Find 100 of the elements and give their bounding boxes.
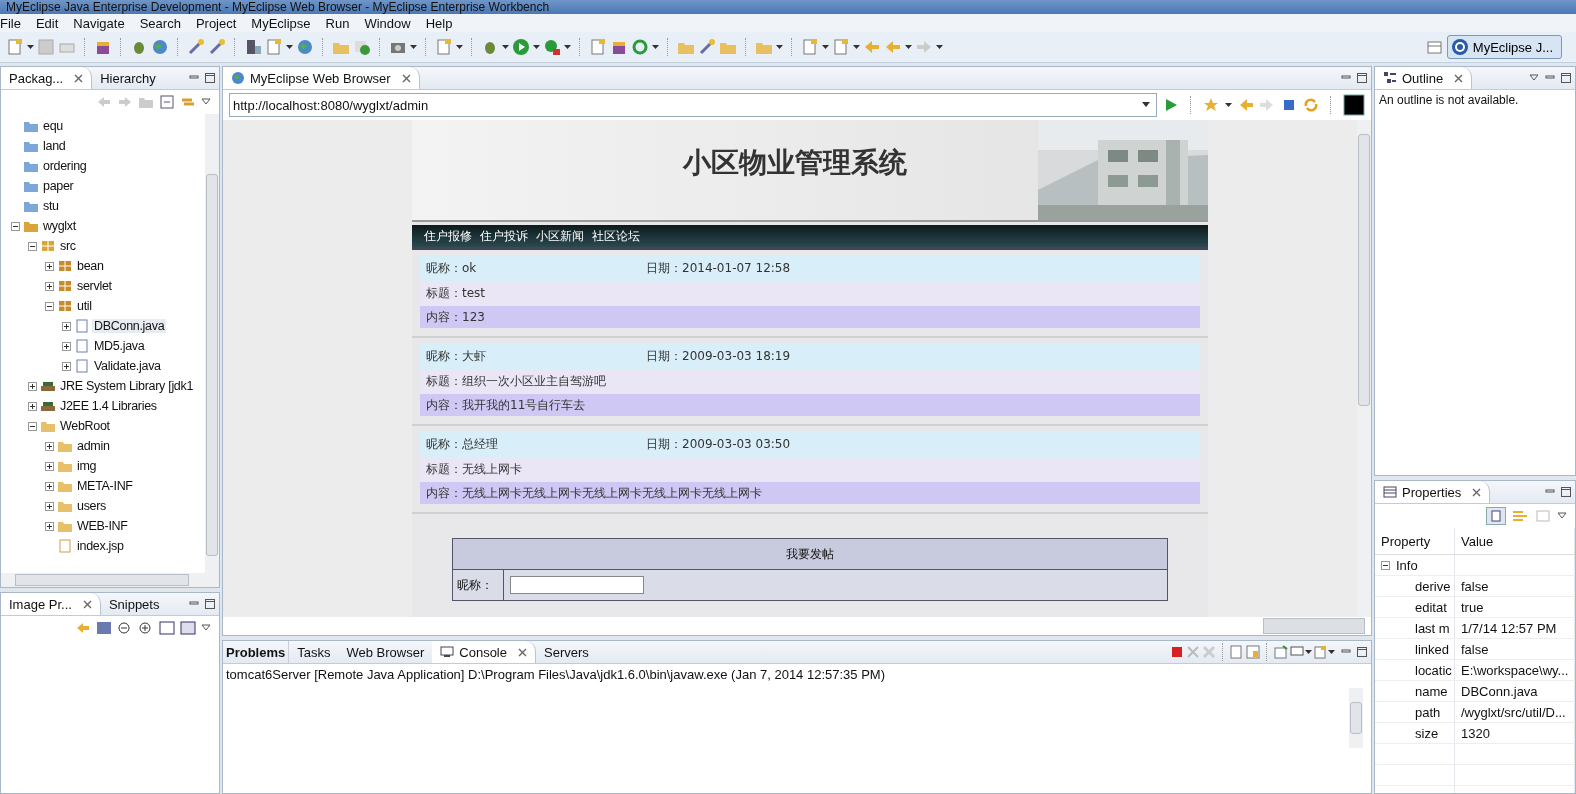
tree-item[interactable]: WebRoot	[58, 419, 112, 433]
view-tab[interactable]: Packag...	[1, 67, 93, 89]
zoom-out-icon[interactable]	[117, 621, 133, 635]
view-tab[interactable]: Problems	[223, 641, 290, 663]
expand-icon[interactable]	[28, 401, 38, 411]
expand-icon[interactable]	[45, 521, 55, 531]
view-tab[interactable]: Web Browser	[338, 641, 433, 663]
image-icon[interactable]	[96, 621, 112, 635]
tree-item[interactable]: land	[41, 139, 68, 153]
menu-item[interactable]: File	[0, 15, 21, 31]
tree-item[interactable]: index.jsp	[75, 539, 126, 553]
collapse-icon[interactable]	[28, 421, 38, 431]
nickname-field[interactable]	[510, 576, 644, 594]
url-field[interactable]: http://localhost:8080/wyglxt/admin	[229, 93, 1157, 117]
view-tab[interactable]: Hierarchy	[92, 67, 164, 89]
play-icon[interactable]	[512, 38, 530, 56]
menu-item[interactable]: Search	[139, 15, 181, 31]
perspective-button[interactable]: MyEclipse J...	[1446, 35, 1562, 59]
tree-item[interactable]: stu	[41, 199, 61, 213]
view-tab[interactable]: Console	[432, 641, 536, 663]
expand-icon[interactable]	[45, 481, 55, 491]
collapse-icon[interactable]	[11, 221, 21, 231]
expand-icon[interactable]	[45, 281, 55, 291]
close-icon[interactable]	[1454, 73, 1464, 83]
tree-item[interactable]: wyglxt	[41, 219, 78, 233]
tree-item[interactable]: J2EE 1.4 Libraries	[58, 399, 159, 413]
close-icon[interactable]	[1472, 487, 1482, 497]
tree-item[interactable]: JRE System Library [jdk1	[58, 379, 196, 393]
expand-icon[interactable]	[62, 361, 72, 371]
menu-item[interactable]: Navigate	[73, 15, 125, 31]
maximize-icon[interactable]	[205, 599, 215, 609]
tree-view-icon[interactable]	[1486, 507, 1506, 525]
column-header[interactable]: Property	[1375, 528, 1455, 554]
caret-icon[interactable]	[1141, 102, 1150, 108]
square-icon[interactable]	[1343, 94, 1365, 116]
collapse-icon[interactable]	[28, 241, 38, 251]
expand-icon[interactable]	[45, 501, 55, 511]
group-label[interactable]: Info	[1396, 557, 1418, 573]
tree-item[interactable]: META-INF	[75, 479, 135, 493]
column-header[interactable]: Value	[1455, 528, 1575, 554]
maximize-icon[interactable]	[1561, 487, 1571, 497]
tree-item[interactable]: img	[75, 459, 99, 473]
editor-tab[interactable]: MyEclipse Web Browser	[223, 67, 420, 89]
close-icon[interactable]	[401, 73, 411, 83]
tree-item[interactable]: users	[75, 499, 109, 513]
expand-icon[interactable]	[45, 461, 55, 471]
menu-item[interactable]: MyEclipse	[251, 15, 311, 31]
menu-item[interactable]: Project	[195, 15, 237, 31]
close-icon[interactable]	[82, 599, 92, 609]
scrollbar[interactable]	[1263, 618, 1365, 634]
maximize-icon[interactable]	[1561, 73, 1571, 83]
expand-icon[interactable]	[28, 381, 38, 391]
nav-link[interactable]: 小区新闻	[536, 227, 584, 245]
nav-link[interactable]: 住户投诉	[480, 227, 528, 245]
expand-icon[interactable]	[45, 441, 55, 451]
view-tab[interactable]: Outline	[1375, 67, 1473, 89]
close-icon[interactable]	[74, 73, 84, 83]
tree-item[interactable]: ordering	[41, 159, 89, 173]
tree-item[interactable]: admin	[75, 439, 112, 453]
tree-item[interactable]: servlet	[75, 279, 114, 293]
view-tab[interactable]: Image Pr...	[1, 593, 101, 615]
tree-item[interactable]: MD5.java	[92, 339, 147, 353]
tree-item[interactable]: bean	[75, 259, 106, 273]
tree-item[interactable]: DBConn.java	[92, 319, 167, 333]
collapse-icon[interactable]	[45, 301, 55, 311]
tree-item[interactable]: WEB-INF	[75, 519, 130, 533]
collapse-all-icon[interactable]	[159, 95, 175, 109]
view-tab[interactable]: Tasks	[289, 641, 339, 663]
view-tab[interactable]: Snippets	[100, 593, 168, 615]
menu-item[interactable]: Window	[364, 15, 411, 31]
expand-icon[interactable]	[62, 321, 72, 331]
nav-link[interactable]: 住户报修	[424, 227, 472, 245]
caret-icon[interactable]	[1529, 73, 1539, 83]
server-icon[interactable]	[244, 38, 262, 56]
maximize-icon[interactable]	[1357, 647, 1367, 657]
star-icon[interactable]	[1202, 97, 1219, 113]
tree-item[interactable]: Validate.java	[92, 359, 163, 373]
view-tab[interactable]: Properties	[1375, 481, 1491, 503]
scrollbar[interactable]	[1, 573, 219, 587]
expand-icon[interactable]	[45, 261, 55, 271]
scrollbar[interactable]	[205, 114, 219, 573]
nav-link[interactable]: 社区论坛	[592, 227, 640, 245]
tree-item[interactable]: paper	[41, 179, 76, 193]
tree-item[interactable]: equ	[41, 119, 65, 133]
scrollbar[interactable]	[1349, 688, 1363, 748]
globe-icon[interactable]	[151, 38, 169, 56]
wand-icon[interactable]	[698, 38, 716, 56]
expand-icon[interactable]	[62, 341, 72, 351]
menu-item[interactable]: Help	[425, 15, 453, 31]
tree-item[interactable]: util	[75, 299, 94, 313]
wand-icon[interactable]	[187, 38, 205, 56]
wand-icon[interactable]	[208, 38, 226, 56]
tree-item[interactable]: src	[58, 239, 78, 253]
zoom-in-icon[interactable]	[138, 621, 154, 635]
stop-icon[interactable]	[1169, 645, 1185, 659]
menu-item[interactable]: Edit	[35, 15, 59, 31]
scrollbar[interactable]	[1357, 120, 1371, 617]
close-icon[interactable]	[518, 647, 527, 657]
maximize-icon[interactable]	[205, 73, 215, 83]
maximize-icon[interactable]	[1357, 73, 1367, 83]
